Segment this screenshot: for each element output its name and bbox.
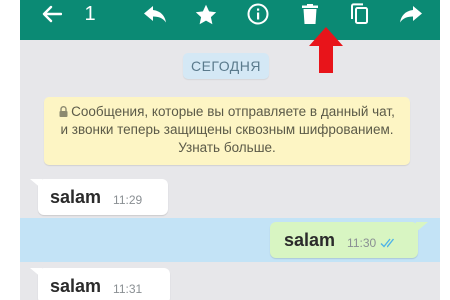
date-separator-label: СЕГОДНЯ: [190, 58, 262, 74]
message-time: 11:29: [113, 193, 143, 207]
message-bubble-incoming[interactable]: salam 11:31: [38, 268, 170, 300]
lock-icon: [59, 106, 68, 117]
selected-count: 1: [82, 0, 98, 28]
copy-icon[interactable]: [348, 0, 370, 28]
message-text: salam: [284, 229, 336, 250]
red-arrow-annotation: [309, 27, 343, 73]
back-arrow-icon[interactable]: [40, 0, 64, 28]
date-separator: СЕГОДНЯ: [183, 53, 269, 79]
message-time: 11:30: [347, 236, 377, 250]
message-bubble-incoming[interactable]: salam 11:29: [38, 179, 168, 215]
chat-screen: 1 СЕГОДНЯ Сообщения, которые вы отправля…: [20, 0, 440, 300]
bubble-tail: [30, 268, 42, 278]
info-icon[interactable]: [246, 0, 270, 28]
message-time: 11:31: [113, 282, 143, 296]
message-text: salam: [50, 186, 102, 207]
delete-icon[interactable]: [300, 0, 320, 28]
message-text: salam: [50, 275, 102, 296]
read-receipt-double-check-icon: [380, 238, 395, 248]
encryption-notice[interactable]: Сообщения, которые вы отправляете в данн…: [44, 97, 410, 165]
screenshot-frame: 1 СЕГОДНЯ Сообщения, которые вы отправля…: [0, 0, 450, 300]
bubble-tail: [416, 222, 428, 232]
selected-count-label: 1: [84, 2, 96, 25]
encryption-notice-text: Сообщения, которые вы отправляете в данн…: [60, 104, 395, 155]
forward-icon[interactable]: [398, 0, 424, 28]
message-bubble-outgoing[interactable]: salam 11:30: [270, 222, 418, 258]
selection-toolbar: 1: [20, 0, 440, 40]
reply-icon[interactable]: [142, 0, 168, 28]
bubble-tail: [30, 179, 42, 189]
star-icon[interactable]: [194, 0, 218, 28]
